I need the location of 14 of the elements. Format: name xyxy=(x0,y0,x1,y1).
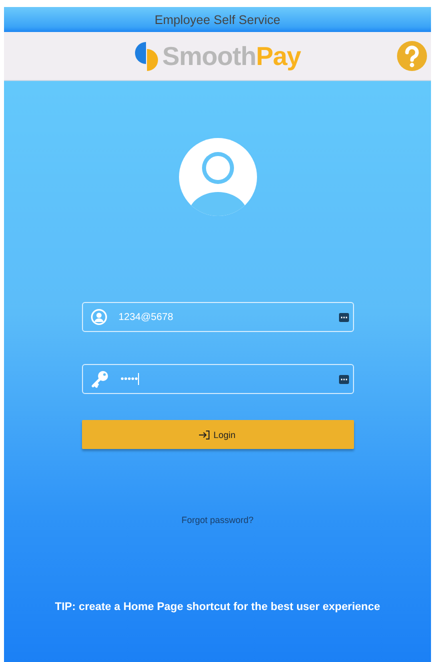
key-icon xyxy=(90,370,108,388)
tip-text: TIP: create a Home Page shortcut for the best user experience xyxy=(54,601,380,613)
user-icon xyxy=(90,309,106,325)
username-field[interactable]: 1234@5678 xyxy=(82,302,354,332)
forgot-password-link[interactable]: Forgot password? xyxy=(181,515,254,525)
logo-text: SmoothPay xyxy=(162,40,301,72)
login-icon xyxy=(199,430,210,440)
avatar-icon xyxy=(178,138,256,216)
keyboard-icon[interactable] xyxy=(338,312,348,322)
login-button[interactable]: Login xyxy=(82,420,354,449)
window-title: Employee Self Service xyxy=(154,12,280,26)
logo-icon xyxy=(134,39,160,73)
password-field[interactable]: ••••• xyxy=(82,364,354,394)
keyboard-icon[interactable] xyxy=(338,374,348,384)
